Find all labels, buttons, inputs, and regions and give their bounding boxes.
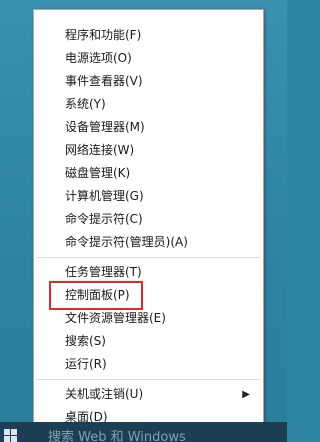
taskbar-search-box[interactable]: 搜索 Web 和 Windows — [48, 426, 186, 442]
chevron-right-icon: ▶ — [242, 389, 250, 400]
menu-item-label: 运行(R) — [65, 357, 107, 371]
menu-item-network-connections[interactable]: 网络连接(W) — [34, 139, 263, 162]
menu-item-event-viewer[interactable]: 事件查看器(V) — [34, 70, 263, 93]
menu-item-command-prompt-admin[interactable]: 命令提示符(管理员)(A) — [34, 231, 263, 254]
menu-item-file-explorer[interactable]: 文件资源管理器(E) — [34, 307, 263, 330]
menu-item-label: 磁盘管理(K) — [65, 166, 131, 180]
menu-item-label: 系统(Y) — [65, 97, 106, 111]
menu-item-label: 网络连接(W) — [65, 143, 135, 157]
menu-item-system[interactable]: 系统(Y) — [34, 93, 263, 116]
menu-item-disk-management[interactable]: 磁盘管理(K) — [34, 162, 263, 185]
menu-item-label: 程序和功能(F) — [65, 28, 142, 42]
menu-item-run[interactable]: 运行(R) — [34, 353, 263, 376]
menu-item-power-options[interactable]: 电源选项(O) — [34, 47, 263, 70]
windows-logo-icon[interactable] — [4, 429, 18, 442]
menu-item-label: 事件查看器(V) — [65, 74, 143, 88]
menu-item-programs-features[interactable]: 程序和功能(F) — [34, 24, 263, 47]
menu-item-device-manager[interactable]: 设备管理器(M) — [34, 116, 263, 139]
menu-item-command-prompt[interactable]: 命令提示符(C) — [34, 208, 263, 231]
menu-item-search[interactable]: 搜索(S) — [34, 330, 263, 353]
winx-context-menu: 程序和功能(F) 电源选项(O) 事件查看器(V) 系统(Y) 设备管理器(M)… — [33, 9, 264, 433]
menu-item-label: 关机或注销(U) — [65, 387, 144, 401]
menu-item-label: 计算机管理(G) — [65, 189, 144, 203]
menu-item-label: 设备管理器(M) — [65, 120, 145, 134]
menu-item-computer-management[interactable]: 计算机管理(G) — [34, 185, 263, 208]
menu-item-label: 命令提示符(管理员)(A) — [65, 235, 188, 249]
menu-item-label: 文件资源管理器(E) — [65, 311, 166, 325]
menu-item-label: 搜索(S) — [65, 334, 106, 348]
menu-item-label: 命令提示符(C) — [65, 212, 143, 226]
highlight-annotation-box — [49, 281, 143, 310]
menu-item-label: 电源选项(O) — [65, 51, 132, 65]
menu-item-shutdown-signout[interactable]: 关机或注销(U) ▶ — [34, 383, 263, 406]
menu-separator — [37, 379, 260, 380]
menu-separator — [37, 257, 260, 258]
